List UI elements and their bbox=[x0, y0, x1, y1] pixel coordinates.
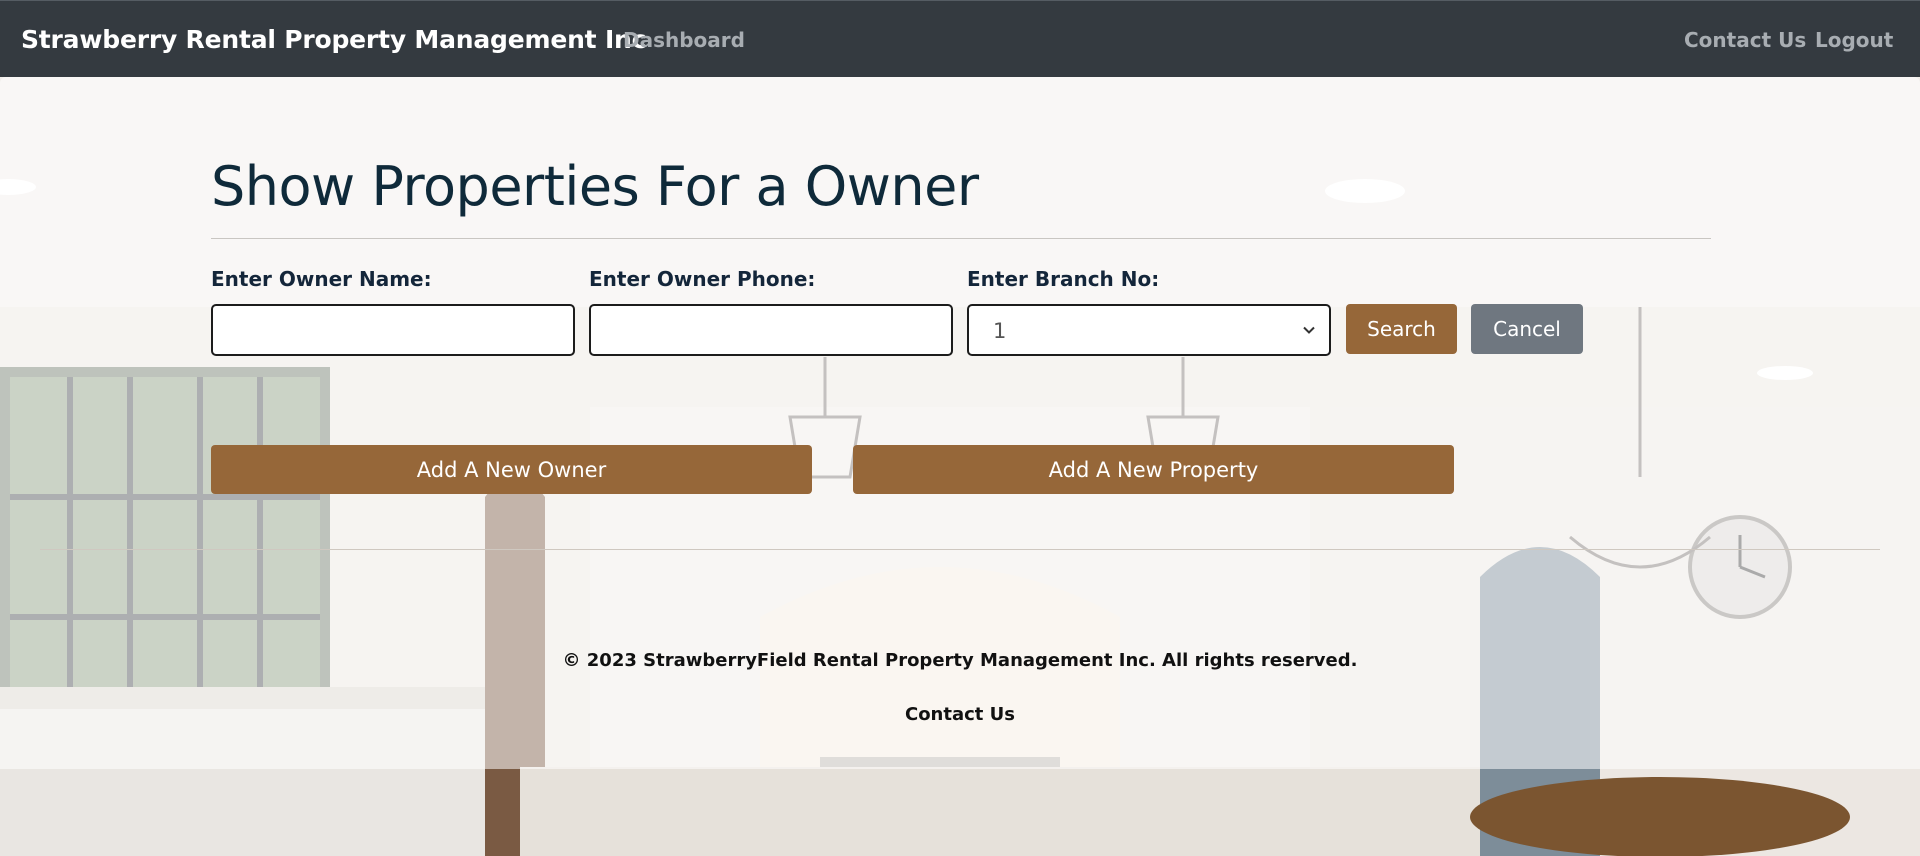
chevron-down-icon bbox=[1303, 326, 1315, 334]
search-button[interactable]: Search bbox=[1346, 304, 1457, 354]
owner-phone-input[interactable] bbox=[589, 304, 953, 356]
add-new-property-button[interactable]: Add A New Property bbox=[853, 445, 1454, 494]
page-title: Show Properties For a Owner bbox=[211, 155, 979, 218]
title-divider bbox=[211, 238, 1711, 239]
add-new-owner-button[interactable]: Add A New Owner bbox=[211, 445, 812, 494]
owner-name-label: Enter Owner Name: bbox=[211, 267, 432, 291]
branch-select-value: 1 bbox=[993, 319, 1007, 343]
footer-contact-link[interactable]: Contact Us bbox=[0, 704, 1920, 725]
owner-name-input[interactable] bbox=[211, 304, 575, 356]
nav-dashboard-link[interactable]: Dashboard bbox=[623, 28, 745, 52]
footer-copyright: © 2023 StrawberryField Rental Property M… bbox=[562, 650, 1358, 671]
nav-logout-link[interactable]: Logout bbox=[1815, 28, 1893, 52]
brand-link[interactable]: Strawberry Rental Property Management In… bbox=[21, 25, 646, 54]
footer-divider bbox=[40, 549, 1880, 550]
branch-select[interactable]: 1 bbox=[967, 304, 1331, 356]
nav-contact-link[interactable]: Contact Us bbox=[1684, 28, 1806, 52]
owner-phone-label: Enter Owner Phone: bbox=[589, 267, 816, 291]
cancel-button[interactable]: Cancel bbox=[1471, 304, 1583, 354]
top-navbar: Strawberry Rental Property Management In… bbox=[0, 0, 1920, 77]
branch-label: Enter Branch No: bbox=[967, 267, 1160, 291]
